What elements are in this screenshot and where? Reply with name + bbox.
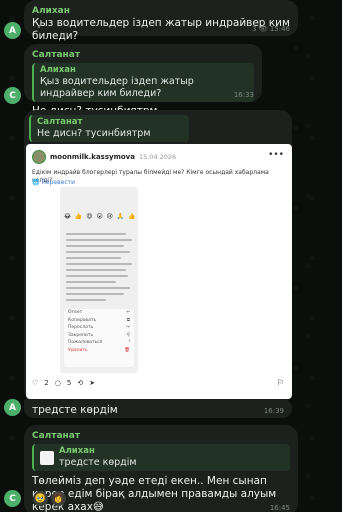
menu-item: Копировать ⧉ (68, 317, 130, 323)
text-line (66, 275, 128, 277)
menu-item: Переслать ↪ (68, 325, 130, 330)
post-username: moonmilk.kassymova (50, 153, 135, 161)
reaction-emoji[interactable]: 🥹 (33, 491, 48, 506)
view-count: 3 (251, 25, 257, 33)
text-line (66, 251, 130, 253)
text-line (66, 287, 130, 289)
message-sender: Салтанат (32, 50, 81, 60)
menu-item: Ответ ↩ (68, 310, 130, 315)
text-line (66, 233, 126, 235)
translate-link[interactable]: 🌐 Перевести (32, 179, 75, 186)
text-line (66, 263, 132, 265)
reply-quote[interactable]: Алихан тредсте көрдім (32, 444, 290, 471)
comment-count: 5 (66, 379, 72, 387)
avatar[interactable]: С (4, 490, 21, 507)
message-bubble[interactable]: тредсте көрдім 16:39 (24, 399, 292, 418)
text-line (66, 269, 126, 271)
message-time: 16:45 (269, 504, 290, 512)
message-text: тредсте көрдім (32, 404, 118, 416)
share-icon[interactable]: ➤ (89, 379, 95, 387)
like-count: 2 (44, 379, 49, 387)
avatar[interactable]: С (4, 87, 21, 104)
text-line (66, 299, 106, 301)
avatar[interactable]: А (4, 399, 21, 416)
more-dots-icon[interactable]: ••• (268, 150, 284, 160)
quote-thumbnail (40, 450, 54, 465)
text-line (66, 257, 121, 259)
message-text: Төлейміз деп уәде етеді екен.. Мен сынап… (32, 475, 277, 512)
post-actions: ♡ 2 ○ 5 ⟲ ➤ (32, 379, 95, 387)
reply-quote-name: Алихан (40, 65, 76, 75)
post-date: 15.04.2026 (138, 153, 177, 161)
post-image: 😂 👍 😍 😮 😢 🙏 👍 Ответ ↩ Копировать ⧉ Пересла… (60, 187, 138, 373)
post-header: moonmilk.kassymova 15.04.2026 (32, 150, 176, 164)
instagram-post-screenshot[interactable]: moonmilk.kassymova 15.04.2026 ••• Едікім… (26, 144, 292, 399)
message-time: 15:46 (269, 25, 290, 33)
menu-item: Закрепить ⚲ (68, 332, 130, 338)
repost-icon[interactable]: ⟲ (77, 379, 83, 387)
reply-quote-name: Салтанат (37, 117, 83, 127)
message-bubble[interactable]: Алихан Қыз водительдер іздеп жатыр индра… (24, 0, 298, 42)
comment-icon[interactable]: ○ (55, 379, 61, 387)
bookmark-icon[interactable]: ⚐ (277, 378, 284, 387)
message-meta: 3 👁 15:46 (252, 25, 290, 33)
message-sender: Салтанат (32, 431, 81, 441)
reaction-bar: 😂 👍 😍 😮 😢 🙏 👍 (64, 213, 137, 220)
text-line (66, 281, 116, 283)
post-avatar (32, 150, 46, 164)
reaction-avatar[interactable]: 👩 (51, 491, 66, 506)
translate-icon: 🌐 (32, 179, 40, 186)
message-time: 16:39 (263, 407, 284, 415)
heart-icon[interactable]: ♡ (32, 379, 38, 387)
context-menu: Ответ ↩ Копировать ⧉ Переслать ↪ Закрепить ⚲… (64, 309, 134, 367)
message-bubble[interactable]: Салтанат Алихан Қыз водительдер іздеп жа… (24, 44, 262, 117)
text-line (66, 245, 124, 247)
reply-quote[interactable]: Салтанат Не дисн? тусинбиятрм (29, 115, 189, 142)
translate-label: Перевести (41, 179, 76, 186)
eye-icon: 👁 (258, 25, 268, 33)
menu-item: Пожаловаться! (68, 340, 130, 345)
reply-quote-text: Қыз водительдер іздеп жатыр индрайвер ки… (40, 76, 194, 99)
menu-item: Удалить 🗑 (68, 347, 130, 353)
reply-quote-text: тредсте көрдім (59, 457, 137, 468)
message-reactions[interactable]: 🥹 👩 (33, 491, 66, 506)
reply-quote-name: Алихан (59, 446, 95, 456)
message-sender: Алихан (32, 6, 70, 16)
text-line (66, 293, 124, 295)
text-line (66, 239, 132, 241)
avatar[interactable]: А (4, 22, 21, 39)
reply-quote[interactable]: Алихан Қыз водительдер іздеп жатыр индра… (32, 63, 254, 102)
reply-quote-text: Не дисн? тусинбиятрм (37, 128, 151, 139)
message-time: 16:33 (233, 91, 254, 99)
